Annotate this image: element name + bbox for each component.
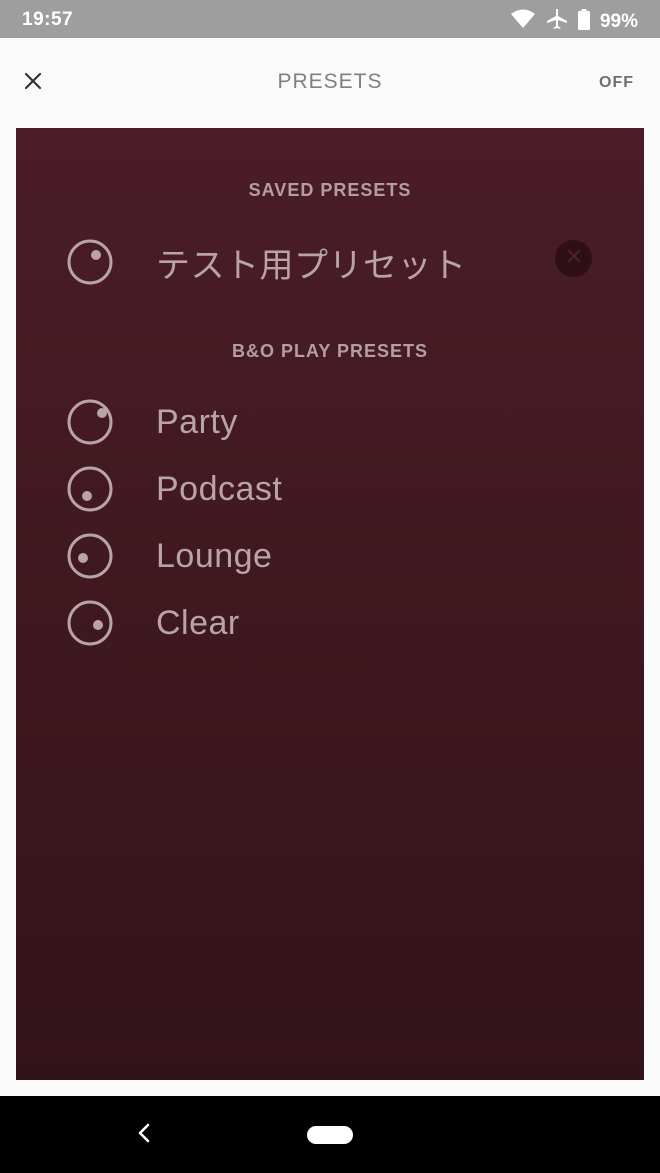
delete-circle-icon	[566, 248, 582, 269]
preset-label: Lounge	[156, 536, 273, 575]
preset-item-clear[interactable]: Clear	[66, 598, 240, 648]
preset-dial-icon	[66, 465, 114, 513]
status-bar: 19:57 99%	[0, 0, 660, 38]
preset-label: Clear	[156, 603, 240, 642]
preset-label: Party	[156, 402, 238, 441]
airplane-icon	[546, 8, 568, 35]
off-button[interactable]: OFF	[599, 74, 634, 92]
battery-percent: 99%	[599, 10, 638, 32]
page-title: PRESETS	[277, 70, 383, 93]
saved-preset-item[interactable]: テスト用プリセット	[66, 237, 467, 287]
preset-item-party[interactable]: Party	[66, 397, 238, 447]
preset-label: テスト用プリセット	[156, 246, 467, 285]
delete-preset-button[interactable]	[555, 240, 592, 277]
back-icon	[137, 1123, 151, 1148]
play-presets-heading: B&O PLAY PRESETS	[231, 341, 429, 361]
battery-icon	[577, 8, 590, 35]
home-pill-icon[interactable]	[307, 1126, 353, 1144]
preset-dial-icon	[66, 238, 114, 286]
preset-dial-icon	[66, 398, 114, 446]
preset-item-lounge[interactable]: Lounge	[66, 531, 272, 581]
presets-panel: SAVED PRESETS テスト用プリセット B&O PLAY PRESETS…	[16, 128, 644, 1080]
status-time: 19:57	[22, 9, 74, 30]
preset-label: Podcast	[156, 469, 283, 508]
status-icons: 99%	[510, 8, 638, 35]
navigation-bar	[0, 1096, 660, 1173]
preset-dial-icon	[66, 532, 114, 580]
back-button[interactable]	[130, 1118, 158, 1152]
app-bar: PRESETS OFF	[0, 38, 660, 128]
saved-presets-heading: SAVED PRESETS	[248, 180, 412, 200]
wifi-icon	[510, 9, 536, 34]
preset-item-podcast[interactable]: Podcast	[66, 464, 282, 514]
preset-dial-icon	[66, 599, 114, 647]
